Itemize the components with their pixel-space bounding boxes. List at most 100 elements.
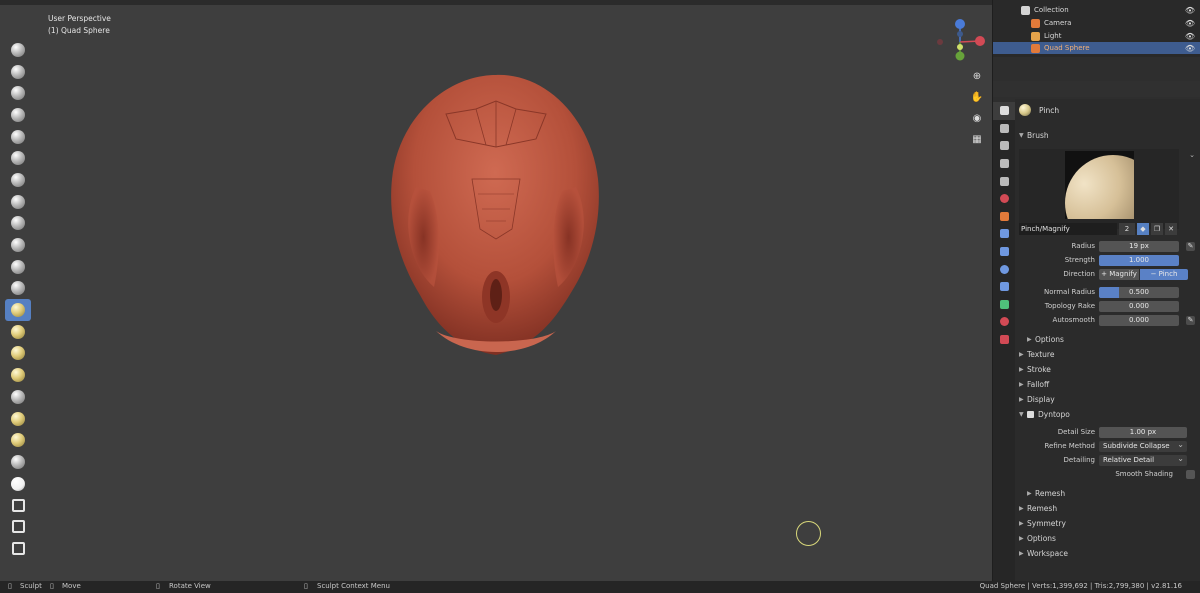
dyntopo-panel-header[interactable]: ▼ Dyntopo (1015, 407, 1200, 422)
mask-brush-tool[interactable] (5, 451, 31, 473)
texture-panel-header[interactable]: ▶ Texture (1015, 347, 1200, 362)
falloff-panel-header[interactable]: ▶ Falloff (1015, 377, 1200, 392)
pressure-pen-icon[interactable]: ✎ (1186, 242, 1195, 251)
snake-hook-brush-tool[interactable] (5, 343, 31, 365)
box-hide-tool[interactable] (5, 494, 31, 516)
layer-brush-tool[interactable] (5, 126, 31, 148)
render-tab-icon[interactable] (993, 120, 1015, 138)
brush-options-subpanel[interactable]: ▶ Options (1015, 332, 1200, 347)
constraints-tab-icon[interactable] (993, 278, 1015, 296)
magnify-direction-button[interactable]: + Magnify (1099, 269, 1139, 280)
thumb-brush-tool[interactable] (5, 364, 31, 386)
sculpt-model[interactable] (386, 69, 606, 359)
navigation-gizmo[interactable] (930, 14, 990, 66)
display-panel-header[interactable]: ▶ Display (1015, 392, 1200, 407)
radius-field[interactable]: 19 px (1099, 241, 1179, 252)
particles-tab-icon[interactable] (993, 243, 1015, 261)
data-tab-icon[interactable] (993, 296, 1015, 314)
3d-viewport[interactable]: User Perspective (1) Quad Sphere ⊕ ✋ ◉ ▦ (0, 5, 992, 581)
zoom-icon[interactable]: ⊕ (968, 67, 986, 85)
draw-sharp-brush-tool[interactable] (5, 61, 31, 83)
pinch-direction-button[interactable]: − Pinch (1140, 269, 1188, 280)
duplicate-brush-icon[interactable]: ❐ (1151, 223, 1163, 235)
visibility-eye-icon[interactable]: 👁 (1185, 44, 1195, 53)
visibility-eye-icon[interactable]: 👁 (1185, 19, 1195, 28)
simplify-brush-tool[interactable] (5, 429, 31, 451)
expand-triangle-icon: ▶ (1027, 336, 1032, 343)
nudge-brush-tool[interactable] (5, 386, 31, 408)
transform-tool[interactable] (5, 538, 31, 560)
properties-tabs (993, 102, 1015, 582)
visibility-eye-icon[interactable]: 👁 (1185, 32, 1195, 41)
object-tab-icon[interactable] (993, 208, 1015, 226)
dyntopo-remesh-subpanel[interactable]: ▶ Remesh (1015, 486, 1200, 501)
brush-user-count[interactable]: 2 (1119, 223, 1135, 235)
brush-name-field[interactable]: Pinch/Magnify (1019, 223, 1117, 235)
tool-tab-icon[interactable] (993, 102, 1015, 120)
outliner-row-quad-sphere[interactable]: Quad Sphere 👁 (993, 42, 1200, 54)
smooth-shading-checkbox[interactable] (1186, 470, 1195, 479)
blob-brush-tool[interactable] (5, 169, 31, 191)
camera-view-icon[interactable]: ◉ (968, 109, 986, 127)
pressure-pen-icon[interactable]: ✎ (1186, 316, 1195, 325)
unlink-brush-icon[interactable]: ✕ (1165, 223, 1177, 235)
collection-icon (1021, 5, 1030, 15)
refine-method-dropdown[interactable]: Subdivide Collapse (1099, 441, 1187, 452)
autosmooth-field[interactable]: 0.000 (1099, 315, 1179, 326)
topology-rake-field[interactable]: 0.000 (1099, 301, 1179, 312)
dyntopo-checkbox[interactable] (1027, 411, 1034, 418)
inflate-brush-tool[interactable] (5, 147, 31, 169)
crease-brush-tool[interactable] (5, 191, 31, 213)
status-rotate-hint: Rotate View (169, 582, 211, 590)
flatten-brush-tool[interactable] (5, 234, 31, 256)
scrape-brush-tool[interactable] (5, 278, 31, 300)
expand-triangle-icon: ▶ (1019, 550, 1024, 557)
material-tab-icon[interactable] (993, 313, 1015, 331)
direction-row: Direction + Magnify − Pinch (1015, 269, 1200, 281)
normal-radius-field[interactable]: 0.500 (1099, 287, 1179, 298)
box-mask-tool[interactable] (5, 473, 31, 495)
detailing-dropdown[interactable]: Relative Detail (1099, 455, 1187, 466)
chevron-down-icon[interactable]: ⌄ (1189, 151, 1195, 159)
strength-field[interactable]: 1.000 (1099, 255, 1179, 266)
expand-triangle-icon: ▶ (1019, 396, 1024, 403)
perspective-toggle-icon[interactable]: ▦ (968, 130, 986, 148)
outliner-row-collection[interactable]: Collection 👁 (993, 4, 1200, 16)
world-tab-icon[interactable] (993, 190, 1015, 208)
expand-triangle-icon: ▶ (1019, 351, 1024, 358)
mesh-filter-tool[interactable] (5, 516, 31, 538)
options-panel-header[interactable]: ▶ Options (1015, 531, 1200, 546)
fake-user-shield-icon[interactable]: ◆ (1137, 223, 1149, 235)
grab-brush-tool[interactable] (5, 321, 31, 343)
view-layer-tab-icon[interactable] (993, 155, 1015, 173)
expand-triangle-icon: ▶ (1019, 505, 1024, 512)
outliner-row-light[interactable]: Light 👁 (993, 30, 1200, 42)
modifier-tab-icon[interactable] (993, 225, 1015, 243)
visibility-eye-icon[interactable]: 👁 (1185, 6, 1195, 15)
outliner-row-camera[interactable]: Camera 👁 (993, 17, 1200, 29)
pinch-brush-tool[interactable] (5, 299, 31, 321)
perspective-label: User Perspective (48, 14, 111, 23)
brush-preview[interactable] (1019, 149, 1179, 229)
fill-brush-tool[interactable] (5, 256, 31, 278)
texture-tab-icon[interactable] (993, 331, 1015, 349)
detail-size-field[interactable]: 1.00 px (1099, 427, 1187, 438)
workspace-panel-header[interactable]: ▶ Workspace (1015, 546, 1200, 561)
brush-panel-header[interactable]: ▼ Brush (1015, 128, 1200, 143)
mouse-middle-icon: ▯ (50, 582, 54, 590)
pan-hand-icon[interactable]: ✋ (968, 88, 986, 106)
smooth-brush-tool[interactable] (5, 213, 31, 235)
active-brush: Pinch (1019, 103, 1059, 117)
viewport-header (0, 0, 992, 5)
stroke-panel-header[interactable]: ▶ Stroke (1015, 362, 1200, 377)
draw-brush-tool[interactable] (5, 39, 31, 61)
clay-brush-tool[interactable] (5, 82, 31, 104)
remesh-panel-header[interactable]: ▶ Remesh (1015, 501, 1200, 516)
physics-tab-icon[interactable] (993, 260, 1015, 278)
rotate-brush-tool[interactable] (5, 408, 31, 430)
symmetry-panel-header[interactable]: ▶ Symmetry (1015, 516, 1200, 531)
output-tab-icon[interactable] (993, 137, 1015, 155)
clay-strips-brush-tool[interactable] (5, 104, 31, 126)
scene-statistics: Quad Sphere | Verts:1,399,692 | Tris:2,7… (979, 582, 1182, 590)
scene-tab-icon[interactable] (993, 172, 1015, 190)
